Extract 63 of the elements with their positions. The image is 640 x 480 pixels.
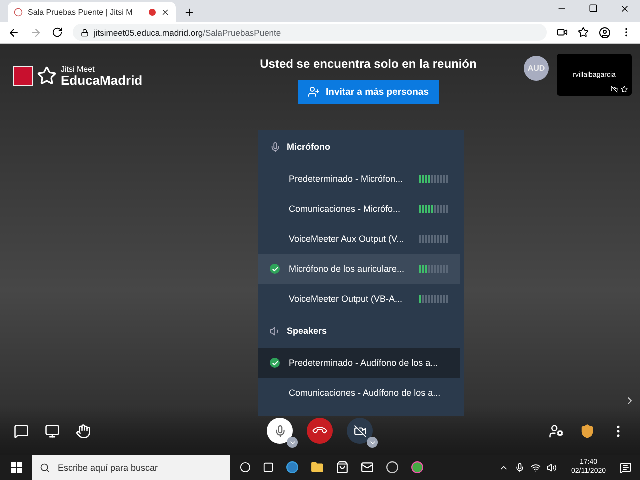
speaker-icon [270, 326, 281, 336]
store-icon[interactable] [336, 461, 349, 474]
star-logo-icon [37, 66, 57, 86]
participants-icon[interactable] [549, 424, 564, 438]
reload-icon[interactable] [52, 27, 63, 38]
browser-tab[interactable]: Sala Pruebas Puente | Jitsi M [8, 2, 176, 22]
device-item[interactable]: VoiceMeeter Aux Output (V... [258, 224, 460, 254]
device-item[interactable]: Predeterminado - Audífono de los a... [258, 348, 460, 378]
recording-icon [149, 8, 156, 16]
check-icon [270, 264, 280, 274]
profile-icon[interactable] [599, 26, 611, 38]
back-icon[interactable] [8, 26, 20, 38]
star-icon [621, 86, 628, 93]
device-item[interactable]: VoiceMeeter Output (VB-A... [258, 284, 460, 314]
new-tab-icon[interactable] [184, 7, 195, 18]
device-item[interactable]: Predeterminado - Micrófon... [258, 164, 460, 194]
search-icon [40, 462, 50, 472]
network-icon [531, 462, 542, 472]
user-add-icon [308, 86, 320, 98]
taskbar-search-field[interactable]: Escribe aquí para buscar [32, 455, 230, 480]
task-view-icon[interactable] [263, 462, 274, 473]
check-icon [270, 358, 280, 368]
maximize-icon[interactable] [589, 4, 598, 12]
section-title: Micrófono [287, 142, 330, 152]
microphone-icon [515, 462, 526, 472]
lock-icon [81, 28, 89, 36]
screen-share-icon[interactable] [45, 424, 60, 438]
camera-off-icon [354, 424, 366, 438]
camera-off-icon [611, 86, 618, 93]
logo-subtitle: Jitsi Meet [61, 66, 96, 74]
shield-icon[interactable] [580, 424, 595, 438]
close-icon[interactable] [620, 4, 630, 14]
avatar: AUD [524, 56, 549, 81]
site-icon [14, 8, 23, 16]
microphone-icon [270, 142, 281, 152]
invite-button[interactable]: Invitar a más personas [298, 80, 439, 104]
star-icon[interactable] [578, 27, 589, 38]
cortana-icon[interactable] [240, 462, 251, 473]
device-item[interactable]: Comunicaciones - Audífono de los a... [258, 378, 460, 408]
caret-button[interactable] [287, 437, 298, 448]
microphone-icon [274, 424, 286, 438]
notifications-icon[interactable] [620, 462, 632, 474]
mail-icon[interactable] [361, 461, 374, 474]
app-icon[interactable] [386, 461, 399, 474]
device-item[interactable]: Comunicaciones - Micrófo... [258, 194, 460, 224]
meeting-status: Usted se encuentra solo en la reunión [260, 57, 477, 71]
logo-title: EducaMadrid [61, 74, 143, 86]
raise-hand-icon[interactable] [76, 424, 91, 438]
volume-icon[interactable] [547, 462, 558, 472]
folder-icon[interactable] [311, 461, 324, 474]
hang-up-button[interactable] [307, 418, 333, 444]
flag-icon [13, 66, 33, 86]
device-item[interactable]: Micrófono de los auriculare... [258, 254, 460, 284]
windows-icon [10, 462, 22, 473]
caret-button[interactable] [367, 437, 378, 448]
chat-icon[interactable] [14, 424, 29, 438]
close-icon[interactable] [161, 8, 170, 16]
microphone-button[interactable] [267, 418, 293, 444]
level-meter [419, 235, 448, 243]
address-bar[interactable]: jitsimeet05.educa.madrid.org/SalaPruebasPuente [73, 24, 547, 41]
camera-icon[interactable] [557, 27, 568, 38]
section-title: Speakers [287, 326, 328, 336]
camera-button[interactable] [347, 418, 373, 444]
